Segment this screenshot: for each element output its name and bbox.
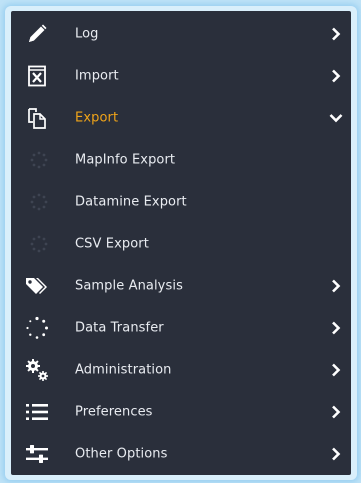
sliders-icon: [25, 442, 49, 466]
menu-item-sample-analysis[interactable]: Sample Analysis: [11, 265, 351, 307]
menu-item-other-options-label: Other Options: [75, 446, 168, 462]
submenu-item-csv-export[interactable]: CSV Export: [11, 223, 351, 265]
chevron-right-icon: [329, 69, 343, 83]
menu-item-data-transfer[interactable]: Data Transfer: [11, 307, 351, 349]
menu-item-data-transfer-label: Data Transfer: [75, 320, 164, 336]
submenu-item-csv-export-label: CSV Export: [75, 236, 149, 252]
menu-item-administration-label: Administration: [75, 362, 172, 378]
chevron-right-icon: [329, 363, 343, 377]
chevron-right-icon: [329, 321, 343, 335]
excel-import-icon: [25, 64, 49, 88]
menu-item-preferences-label: Preferences: [75, 404, 153, 420]
submenu-item-datamine-export-label: Datamine Export: [75, 194, 187, 210]
menu-item-log[interactable]: Log: [11, 13, 351, 55]
chevron-down-icon: [329, 111, 343, 125]
menu-item-other-options[interactable]: Other Options: [11, 433, 351, 475]
chevron-right-icon: [329, 405, 343, 419]
chevron-right-icon: [329, 447, 343, 461]
menu-item-import-label: Import: [75, 68, 119, 84]
submenu-item-mapinfo-export-label: MapInfo Export: [75, 152, 176, 168]
dotted-circle-icon: [27, 232, 51, 256]
tags-icon: [25, 274, 49, 298]
menu-item-export-label: Export: [75, 110, 119, 126]
copy-export-icon: [25, 106, 49, 130]
cogs-icon: [25, 358, 49, 382]
menu-item-import[interactable]: Import: [11, 55, 351, 97]
menu-item-export[interactable]: Export: [11, 97, 351, 139]
menu-item-administration[interactable]: Administration: [11, 349, 351, 391]
spinner-icon: [25, 316, 49, 340]
dotted-circle-icon: [27, 190, 51, 214]
dotted-circle-icon: [27, 148, 51, 172]
chevron-right-icon: [329, 27, 343, 41]
chevron-right-icon: [329, 279, 343, 293]
menu-item-preferences[interactable]: Preferences: [11, 391, 351, 433]
menu-item-log-label: Log: [75, 26, 99, 42]
submenu-item-mapinfo-export[interactable]: MapInfo Export: [11, 139, 351, 181]
side-menu: Log Import Export MapInfo Export Datamin…: [11, 11, 351, 475]
submenu-item-datamine-export[interactable]: Datamine Export: [11, 181, 351, 223]
pencil-icon: [25, 22, 49, 46]
menu-item-sample-analysis-label: Sample Analysis: [75, 278, 183, 294]
list-icon: [25, 400, 49, 424]
